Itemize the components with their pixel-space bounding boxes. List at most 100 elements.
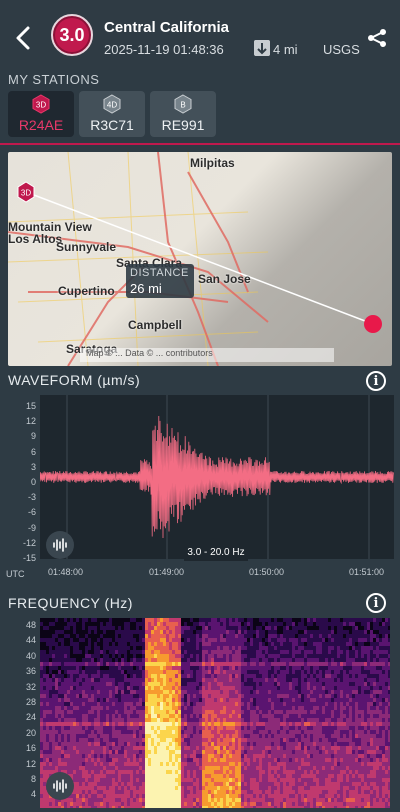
spectrogram-cell — [217, 634, 220, 638]
spectrogram-cell — [307, 642, 310, 646]
spectrogram-cell — [94, 746, 97, 750]
spectrogram-cell — [202, 674, 205, 678]
spectrogram-cell — [229, 706, 232, 710]
spectrogram-cell — [322, 770, 325, 774]
spectrogram-cell — [220, 682, 223, 686]
spectrogram-cell — [214, 794, 217, 798]
spectrogram-cell — [310, 722, 313, 726]
spectrogram-cell — [58, 750, 61, 754]
spectrogram-cell — [244, 746, 247, 750]
spectrogram-cell — [289, 722, 292, 726]
spectrogram-cell — [184, 742, 187, 746]
frequency-info-icon[interactable]: i — [366, 593, 386, 613]
spectrogram-cell — [211, 682, 214, 686]
spectrogram-cell — [280, 714, 283, 718]
spectrogram-cell — [43, 722, 46, 726]
spectrogram-cell — [229, 618, 232, 622]
spectrogram-cell — [121, 722, 124, 726]
station-r24ae[interactable]: 3D R24AE — [8, 91, 74, 137]
station-re991[interactable]: B RE991 — [150, 91, 216, 137]
spectrogram-cell — [328, 686, 331, 690]
spectrogram-cell — [214, 734, 217, 738]
spectrogram-cell — [157, 766, 160, 770]
spectrogram-cell — [175, 662, 178, 666]
spectrogram-cell — [118, 806, 121, 808]
spectrogram-cell — [97, 622, 100, 626]
spectrogram-cell — [43, 654, 46, 658]
spectrogram-cell — [307, 730, 310, 734]
spectrogram-cell — [139, 702, 142, 706]
spectrogram-cell — [178, 774, 181, 778]
spectrogram-cell — [241, 670, 244, 674]
station-r3c71[interactable]: 4D R3C71 — [79, 91, 145, 137]
spectrogram-cell — [130, 794, 133, 798]
spectrogram-cell — [307, 626, 310, 630]
spectrogram-cell — [340, 798, 343, 802]
spectrogram-cell — [268, 706, 271, 710]
spectrogram-cell — [118, 742, 121, 746]
spectrogram-cell — [298, 674, 301, 678]
spectrogram-cell — [88, 734, 91, 738]
spectrogram-cell — [175, 638, 178, 642]
spectrogram-cell — [85, 806, 88, 808]
spectrogram-cell — [241, 662, 244, 666]
spectrogram-cell — [85, 734, 88, 738]
spectrogram-cell — [223, 762, 226, 766]
spectrogram-cell — [220, 698, 223, 702]
waveform-plot[interactable] — [39, 395, 394, 559]
spectrogram-cell — [112, 642, 115, 646]
spectrogram-cell — [205, 674, 208, 678]
spectrogram-cell — [316, 782, 319, 786]
spectrogram-cell — [109, 722, 112, 726]
spectrogram-cell — [172, 750, 175, 754]
spectrogram-cell — [64, 626, 67, 630]
spectrogram-cell — [217, 762, 220, 766]
spectrogram-cell — [229, 674, 232, 678]
spectrogram-cell — [88, 698, 91, 702]
waveform-info-icon[interactable]: i — [366, 371, 386, 391]
spectrogram-cell — [157, 618, 160, 622]
spectrogram-cell — [241, 802, 244, 806]
spectrogram-cell — [196, 750, 199, 754]
spectrogram-cell — [46, 646, 49, 650]
back-icon[interactable] — [12, 24, 36, 52]
spectrogram-cell — [301, 722, 304, 726]
spectrogram-cell — [52, 682, 55, 686]
spectrogram-cell — [220, 714, 223, 718]
spectrogram-cell — [142, 794, 145, 798]
spectrogram-cell — [172, 746, 175, 750]
spectrogram-cell — [67, 694, 70, 698]
spectrogram-cell — [256, 686, 259, 690]
spectrogram-cell — [166, 626, 169, 630]
spectrogram-cell — [292, 774, 295, 778]
spectrogram-cell — [88, 722, 91, 726]
spectrogram-cell — [244, 694, 247, 698]
spectrogram-cell — [292, 794, 295, 798]
spectrogram-cell — [193, 678, 196, 682]
spectrogram-cell — [232, 802, 235, 806]
spectrogram-cell — [196, 646, 199, 650]
spectrogram-cell — [94, 646, 97, 650]
spectrogram-cell — [91, 802, 94, 806]
spectrogram-cell — [202, 774, 205, 778]
spectrogram-cell — [52, 726, 55, 730]
spectrogram-cell — [64, 622, 67, 626]
spectrogram-cell — [118, 662, 121, 666]
spectrogram-cell — [259, 662, 262, 666]
utc-label: UTC — [6, 569, 25, 579]
epicenter-marker[interactable] — [364, 315, 382, 333]
share-icon[interactable] — [366, 28, 388, 48]
spectrogram-cell — [214, 730, 217, 734]
spectrogram-cell — [85, 662, 88, 666]
spectrogram-cell — [250, 646, 253, 650]
map[interactable]: 3D Milpitas Mountain View Los Altos Sunn… — [8, 152, 392, 366]
spectrogram-cell — [148, 722, 151, 726]
spectrogram-cell — [226, 678, 229, 682]
spectrogram-cell — [298, 806, 301, 808]
spectrogram[interactable] — [40, 618, 390, 808]
spectrogram-cell — [208, 798, 211, 802]
spectrogram-cell — [238, 658, 241, 662]
spectrogram-cell — [322, 786, 325, 790]
spectrogram-cell — [271, 750, 274, 754]
waveform-sound-button[interactable] — [46, 531, 74, 559]
